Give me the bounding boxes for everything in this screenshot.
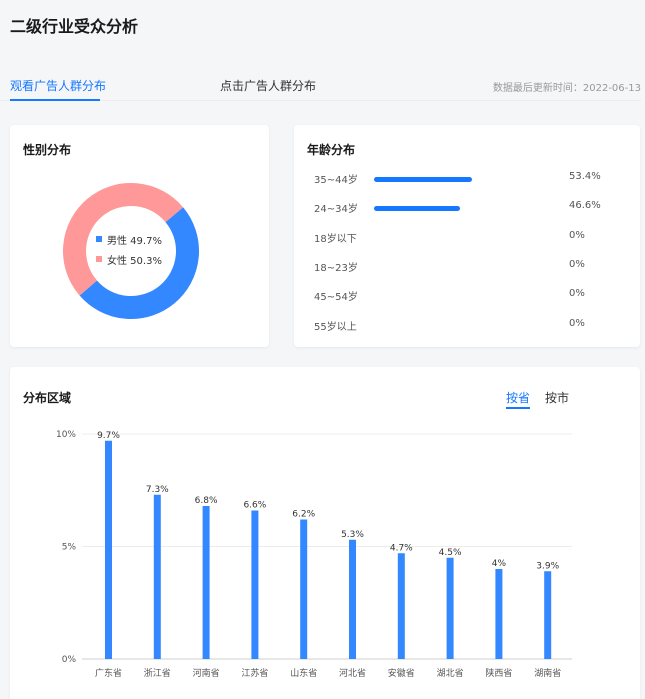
y-tick-label: 0% [62, 655, 77, 665]
male-swatch [96, 236, 102, 242]
region-bar-chart: 0% 5% 10% 9.7% 广东省 7.3% 浙江省 6.8% 河南省 6.6% 江苏省 6.2% 山… [56, 430, 572, 679]
age-card: 年龄分布 35~44岁 53.4% 24~34岁 46.6% 18岁以下 0% 18~23岁… [294, 125, 640, 347]
bar [495, 569, 503, 659]
age-title: 年龄分布 [307, 143, 356, 157]
age-value: 0% [569, 288, 585, 300]
age-value: 0% [569, 317, 585, 329]
x-category-label: 湖南省 [534, 667, 561, 679]
y-tick-label: 10% [56, 430, 76, 440]
region-card: 分布区域 按省 按市 0% 5% 10% 9.7% 广东省 7.3% 浙江省 6.8% 河南省 6… [10, 367, 640, 699]
age-value: 0% [569, 258, 585, 270]
age-label: 45~54岁 [314, 292, 358, 304]
age-label: 55岁以上 [314, 321, 357, 333]
x-category-label: 河南省 [193, 667, 220, 679]
age-value: 46.6% [569, 200, 601, 212]
bar-value-label: 6.8% [195, 496, 218, 506]
x-category-label: 浙江省 [144, 667, 171, 679]
x-category-label: 山东省 [290, 667, 317, 679]
bar-value-label: 6.2% [292, 510, 315, 520]
bar [446, 557, 454, 659]
page-title: 二级行业受众分析 [10, 17, 139, 36]
bar [251, 510, 259, 659]
legend-item-male: 男性 49.7% [96, 229, 162, 249]
tab-view-audience[interactable]: 观看广告人群分布 [10, 77, 106, 94]
bar-value-label: 6.6% [243, 501, 266, 511]
bar [153, 494, 161, 659]
audience-tabs: 观看广告人群分布 点击广告人群分布 数据最后更新时间：2022-06-13 [0, 75, 645, 101]
age-row: 45~54岁 0% [294, 288, 640, 304]
bar-value-label: 3.9% [536, 561, 559, 571]
tab-click-audience[interactable]: 点击广告人群分布 [220, 77, 316, 94]
female-swatch [96, 256, 102, 262]
bar-value-label: 9.7% [97, 431, 120, 441]
x-category-label: 湖北省 [437, 667, 464, 679]
legend-item-female: 女性 50.3% [96, 249, 162, 269]
y-tick-label: 5% [62, 543, 77, 553]
bar-value-label: 4.7% [390, 543, 413, 553]
x-category-label: 陕西省 [485, 667, 512, 679]
gender-card: 性别分布 男性 49.7% 女性 50.3% [10, 125, 269, 347]
age-value: 53.4% [569, 171, 601, 182]
age-label: 18~23岁 [314, 262, 358, 274]
age-label: 24~34岁 [314, 204, 358, 216]
gender-title: 性别分布 [23, 143, 72, 157]
age-row: 18~23岁 0% [294, 259, 640, 275]
male-label: 男性 49.7% [107, 235, 162, 247]
female-label: 女性 50.3% [107, 255, 162, 267]
update-time: 数据最后更新时间：2022-06-13 [492, 83, 641, 94]
age-row: 55岁以上 0% [294, 318, 640, 334]
x-category-label: 安徽省 [388, 667, 415, 679]
bar-value-label: 4.5% [439, 548, 462, 558]
bar [397, 553, 405, 659]
x-category-label: 河北省 [339, 667, 366, 679]
tab-active-underline [10, 99, 100, 101]
bar-value-label: 4% [492, 559, 507, 569]
bar [349, 539, 356, 659]
gender-legend: 男性 49.7% 女性 50.3% [96, 229, 162, 269]
bar-value-label: 7.3% [146, 485, 169, 495]
age-label: 35~44岁 [314, 175, 358, 186]
bar [544, 571, 552, 659]
age-row: 18岁以下 0% [294, 230, 640, 246]
age-bar [374, 177, 473, 182]
bar [300, 519, 308, 659]
bar [105, 440, 112, 659]
x-category-label: 江苏省 [241, 667, 268, 679]
age-row: 35~44岁 53.4% [294, 171, 640, 187]
age-label: 18岁以下 [314, 233, 357, 245]
bar [202, 506, 210, 659]
age-value: 0% [569, 229, 585, 241]
age-bar [374, 206, 460, 212]
age-row: 24~34岁 46.6% [294, 200, 640, 216]
bar-value-label: 5.3% [341, 530, 364, 540]
x-category-label: 广东省 [95, 667, 122, 679]
